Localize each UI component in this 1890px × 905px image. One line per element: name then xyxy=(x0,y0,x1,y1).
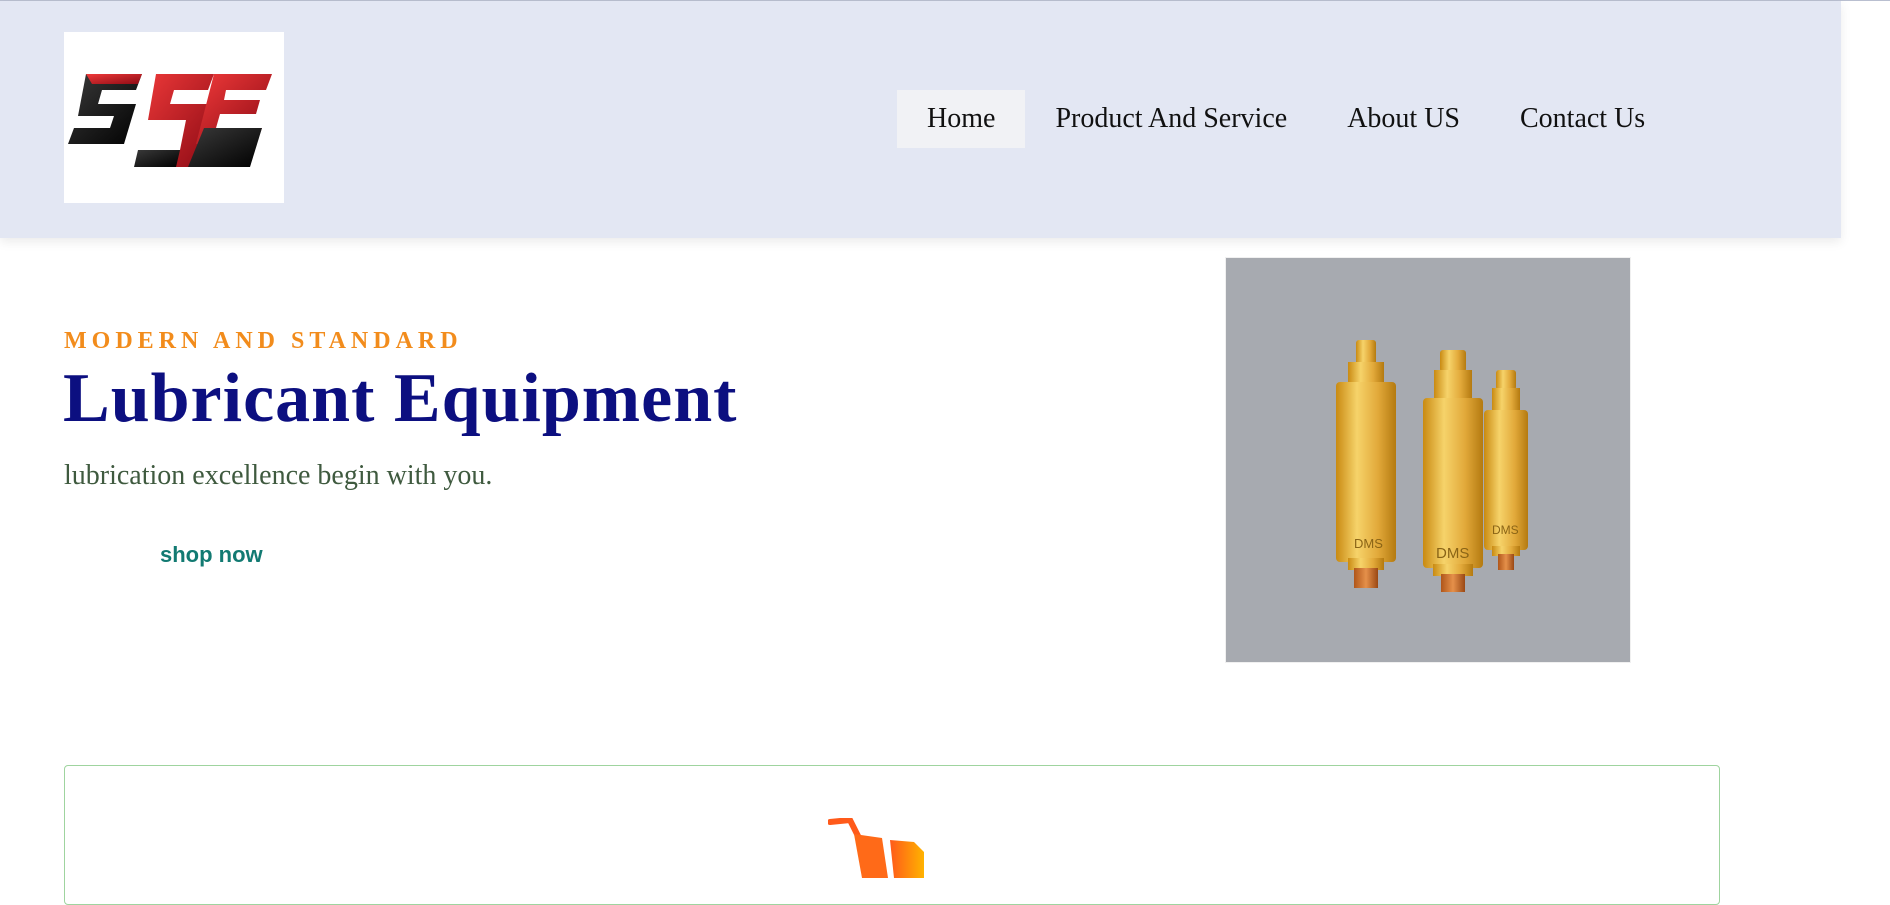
shopping-cart-icon xyxy=(828,818,924,878)
nav-contact-us[interactable]: Contact Us xyxy=(1490,90,1675,148)
nav-home[interactable]: Home xyxy=(897,90,1026,148)
sse-logo-icon xyxy=(68,74,272,167)
shop-now-button[interactable]: shop now xyxy=(160,542,263,568)
hero-tagline: lubrication excellence begin with you. xyxy=(64,460,493,491)
hero-product-image: DMS DMS DMS xyxy=(1225,257,1631,663)
brass-nozzles-photo-icon: DMS DMS DMS xyxy=(1336,340,1528,592)
nav-about-us[interactable]: About US xyxy=(1317,90,1490,148)
nozzle-label: DMS xyxy=(1436,545,1469,562)
nozzle-label: DMS xyxy=(1354,536,1383,551)
nav-product-and-service[interactable]: Product And Service xyxy=(1025,90,1317,148)
site-header: Home Product And Service About US Contac… xyxy=(0,1,1841,238)
nozzle-label: DMS xyxy=(1492,523,1519,537)
main-nav: Home Product And Service About US Contac… xyxy=(897,90,1675,148)
site-logo[interactable] xyxy=(64,32,284,203)
hero-eyebrow: MODERN AND STANDARD xyxy=(64,328,463,354)
hero-title: Lubricant Equipment xyxy=(63,360,738,437)
